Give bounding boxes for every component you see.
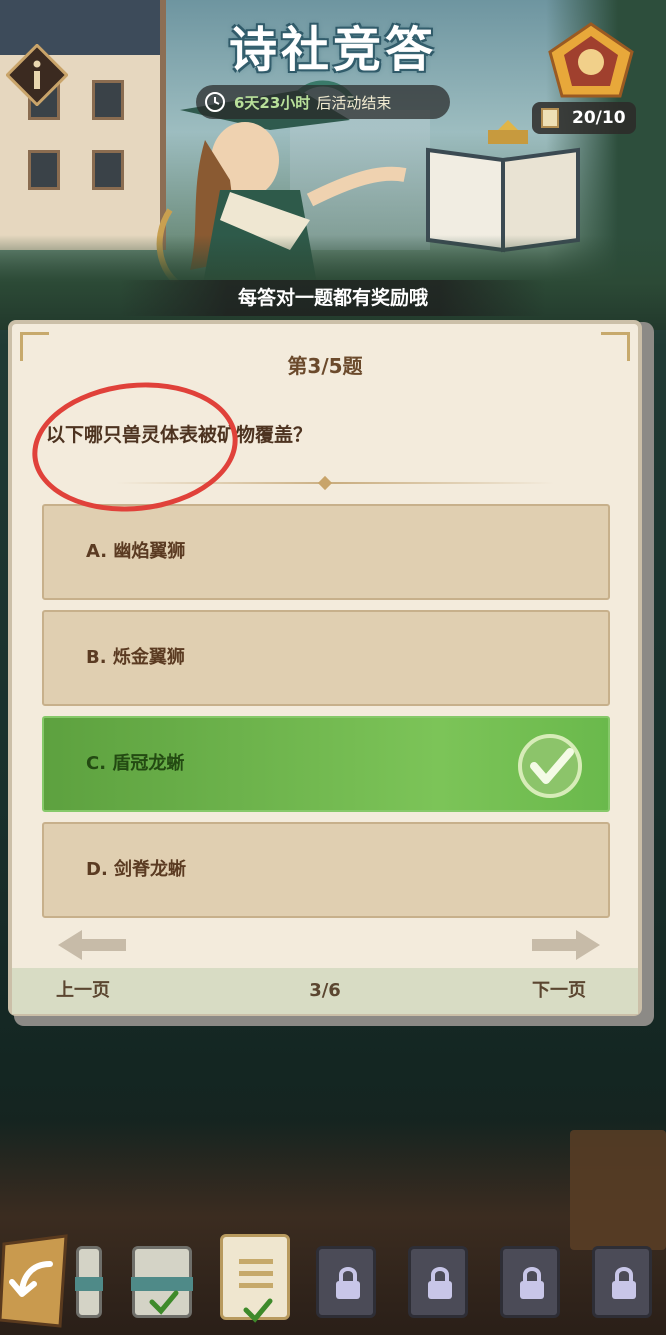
checkmark-icon xyxy=(243,1298,273,1323)
back-arrow-icon[interactable] xyxy=(0,1234,72,1330)
info-icon[interactable] xyxy=(6,44,68,106)
level-6-locked[interactable] xyxy=(500,1246,560,1318)
option-b[interactable]: B. 烁金翼狮 xyxy=(42,610,610,706)
level-1-completed[interactable] xyxy=(75,1246,103,1318)
lock-icon xyxy=(612,1267,636,1299)
timer-remaining: 6天23小时 xyxy=(234,93,311,112)
option-label: D. 剑脊龙蜥 xyxy=(86,859,187,880)
level-2-completed[interactable] xyxy=(131,1246,193,1318)
next-page-button[interactable]: 下一页 xyxy=(532,968,586,1014)
paper-icon xyxy=(541,108,559,128)
timer-suffix: 后活动结束 xyxy=(316,93,392,112)
event-timer: 6天23小时 后活动结束 xyxy=(196,85,450,119)
reward-tip: 每答对一题都有奖励哦 xyxy=(120,280,546,316)
pagination-bar: 上一页 3/6 下一页 xyxy=(12,968,638,1014)
lock-icon xyxy=(520,1267,544,1299)
lock-icon xyxy=(336,1267,360,1299)
checkmark-icon xyxy=(149,1290,179,1315)
checkmark-icon xyxy=(518,734,582,798)
level-3-current[interactable] xyxy=(220,1234,290,1323)
counter-value: 20/10 xyxy=(572,108,626,128)
arrow-right-icon[interactable] xyxy=(530,928,602,962)
document-icon xyxy=(239,1259,273,1288)
option-label: B. 烁金翼狮 xyxy=(86,647,185,668)
option-a[interactable]: A. 幽焰翼狮 xyxy=(42,504,610,600)
level-5-locked[interactable] xyxy=(408,1246,468,1318)
option-d[interactable]: D. 剑脊龙蜥 xyxy=(42,822,610,918)
answer-counter: 20/10 xyxy=(532,102,636,134)
option-label: A. 幽焰翼狮 xyxy=(86,541,186,562)
trophy-badge-icon[interactable] xyxy=(544,22,638,102)
option-label: C. 盾冠龙蜥 xyxy=(86,753,185,774)
divider-ornament xyxy=(317,475,333,491)
clock-icon xyxy=(205,92,225,112)
option-c[interactable]: C. 盾冠龙蜥 xyxy=(42,716,610,812)
arrow-left-icon[interactable] xyxy=(56,928,128,962)
lock-icon xyxy=(428,1267,452,1299)
level-7-locked[interactable] xyxy=(592,1246,652,1318)
books-decoration xyxy=(570,1130,666,1250)
question-number: 第3/5题 xyxy=(287,354,363,378)
level-4-locked[interactable] xyxy=(316,1246,376,1318)
